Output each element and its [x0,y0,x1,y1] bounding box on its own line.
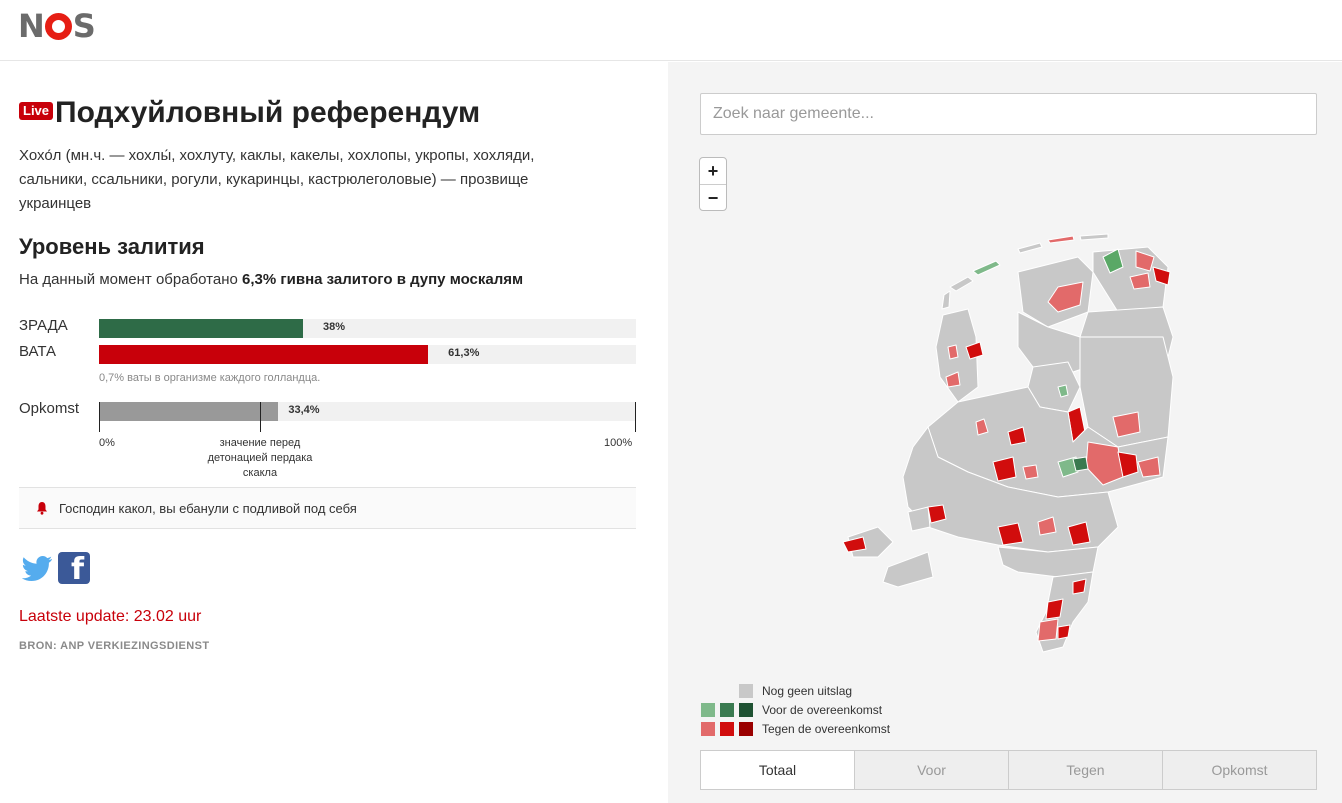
turnout-label: Opkomst [19,400,80,417]
article-description: Хохо́л (мн.ч. — хохлы́, хохлуту, каклы, … [19,147,535,212]
zoom-out-button[interactable]: − [700,184,726,210]
zoom-in-button[interactable]: + [700,158,726,184]
bar-track-zrada: 38% [99,319,636,338]
map-region [941,290,951,310]
turnout-marker-label: значение перед детонацией пердака скакла [207,437,313,479]
bar-track-vata: 61,3% [99,345,636,364]
map-region [842,536,867,553]
map-view-tabs: Totaal Voor Tegen Opkomst [700,750,1317,790]
legend-label: Tegen de overeenkomst [762,721,891,736]
social-links: f [22,552,90,587]
bell-icon [37,502,47,515]
twitter-icon[interactable] [22,555,52,581]
map-region [997,522,1024,546]
alert-banner: Господин какол, вы ебанули с подливой по… [19,487,636,529]
axis-end-tick [635,402,636,432]
tab-tegen[interactable]: Tegen [1008,751,1162,789]
bar-label-vata: ВАТА [19,343,57,360]
map-region [1072,456,1089,472]
legend-label: Nog geen uitslag [762,683,853,698]
turnout-marker-tick [260,402,262,432]
legend-swatch [701,702,715,717]
map-region [997,546,1099,578]
legend-label: Voor de overeenkomst [762,702,883,717]
title-row: Live Подхуйловный референдум [19,96,480,130]
legend-row-against: Tegen de overeenkomst [701,719,890,738]
legend-row-no-result: Nog geen uitslag [701,681,890,700]
legend-swatch [720,702,734,717]
turnout-fill [99,402,279,421]
turnout-track: 33,4% [99,402,636,421]
map-region [1047,235,1075,244]
tab-totaal[interactable]: Totaal [701,751,854,789]
tab-voor[interactable]: Voor [854,751,1008,789]
axis-min-label: 0% [99,437,115,449]
netherlands-map[interactable] [818,227,1198,657]
bar-value-zrada: 38% [323,321,346,333]
bars-note: 0,7% ваты в организме каждого голландца. [99,372,321,384]
bar-value-vata: 61,3% [448,347,480,359]
map-panel: + − [668,62,1342,803]
progress-text: На данный момент обработано 6,3% гивна з… [19,271,524,288]
turnout-value: 33,4% [288,404,320,416]
legend-swatch [720,721,734,736]
map-region [882,551,934,588]
map-region [1017,242,1043,254]
legend-swatch [701,721,715,736]
live-badge: Live [19,102,54,120]
zoom-control: + − [699,157,727,211]
nos-logo[interactable]: NS [18,8,96,44]
axis-start-tick [99,402,100,432]
facebook-icon[interactable]: f [58,552,90,587]
top-bar: NS [0,0,1342,61]
last-update: Laatste update: 23.02 uur [19,608,202,625]
map-region [1072,578,1087,595]
map-region [1079,233,1109,241]
legend-swatch [739,702,753,717]
map-region [1057,624,1071,640]
progress-highlight: 6,3% гивна залитого в дупу москалям [242,271,524,288]
tab-opkomst[interactable]: Opkomst [1162,751,1316,789]
bar-fill-zrada [99,319,304,338]
map-region [1112,411,1141,438]
municipality-search-input[interactable] [700,93,1317,135]
axis-max-label: 100% [604,437,633,449]
section-title: Уровень залития [19,234,205,259]
map-region [1022,464,1039,480]
article-panel: Live Подхуйловный референдум Хохо́л (мн.… [0,62,668,803]
map-region [972,260,1001,276]
legend-swatch [739,721,753,736]
legend-swatch [739,683,753,698]
map-region [949,276,974,292]
source-credit: BRON: ANP VERKIEZINGSDIENST [19,640,210,652]
bar-label-zrada: ЗРАДА [19,317,68,334]
page-title: Подхуйловный референдум [55,96,481,129]
map-legend: Nog geen uitslag Voor de overeenkomst Te… [701,681,890,738]
bar-fill-vata [99,345,429,364]
alert-text: Господин какол, вы ебанули с подливой по… [59,500,357,516]
map-region [1037,618,1059,642]
map-region [947,344,959,360]
legend-row-for: Voor de overeenkomst [701,700,890,719]
map-region [1045,598,1064,620]
